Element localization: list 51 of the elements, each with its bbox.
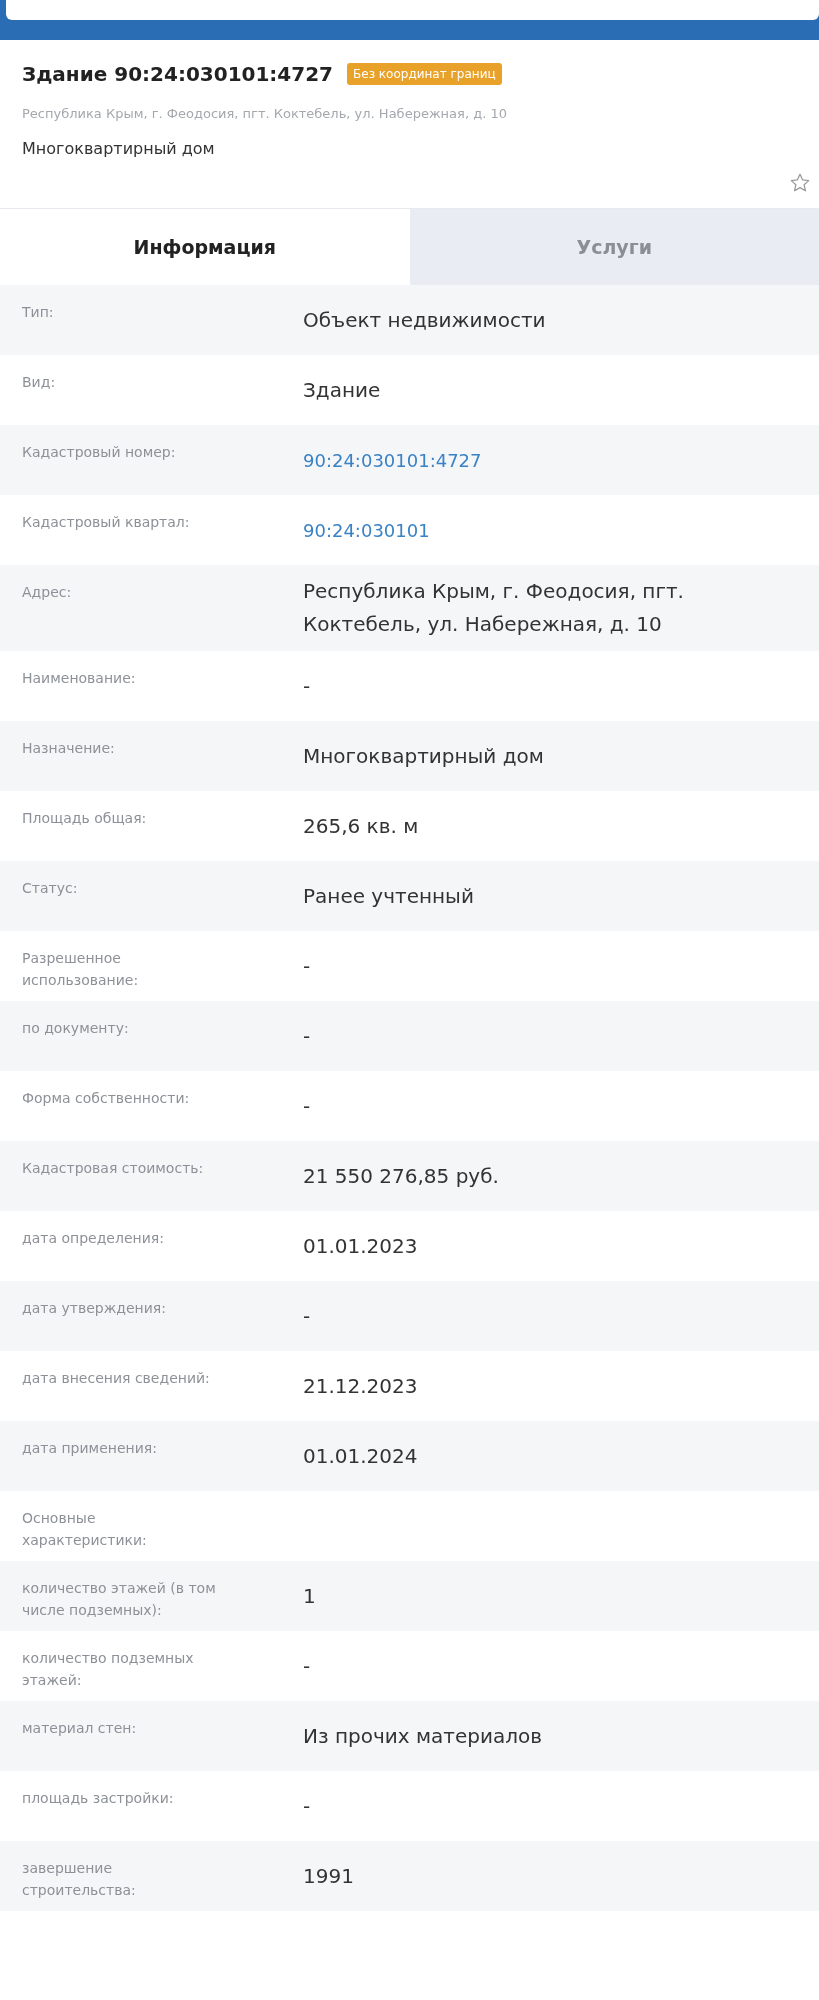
field-value: 21 550 276,85 руб.: [303, 1162, 500, 1190]
field-label: Вид:: [21, 373, 57, 392]
field-label: Площадь общая:: [21, 809, 148, 828]
field-label: площадь застройки:: [21, 1789, 175, 1808]
address-text: Республика Крым, г. Феодосия, пгт. Коктебель, ул. Набережная, д. 10: [22, 106, 508, 121]
field-value: 1: [303, 1582, 317, 1610]
field-value: -: [303, 952, 312, 980]
field-label: Основные характеристики:: [21, 1509, 148, 1550]
field-label: дата определения:: [21, 1229, 165, 1248]
field-label: дата утверждения:: [21, 1299, 167, 1318]
star-icon[interactable]: [789, 172, 811, 194]
field-value: -: [303, 1652, 312, 1680]
field-value: 01.01.2023: [303, 1232, 419, 1260]
field-label: Назначение:: [21, 739, 116, 758]
field-value: -: [303, 1092, 312, 1120]
field-label: Кадастровый квартал:: [21, 513, 191, 532]
field-value: Здание: [303, 376, 382, 404]
field-value: -: [303, 672, 312, 700]
value-link[interactable]: 90:24:030101: [303, 513, 763, 547]
field-label: Адрес:: [21, 583, 73, 602]
field-value: 21.12.2023: [303, 1372, 419, 1400]
field-label: Кадастровая стоимость:: [21, 1159, 205, 1178]
field-value: -: [303, 1792, 312, 1820]
field-value: -: [303, 1302, 312, 1330]
field-label: Разрешенное использование:: [21, 949, 140, 990]
field-label: Наименование:: [21, 669, 137, 688]
field-label: завершение строительства:: [21, 1859, 137, 1900]
field-value: 01.01.2024: [303, 1442, 419, 1470]
field-value: Республика Крым, г. Феодосия, пгт. Коктебель, ул. Набережная, д. 10: [303, 578, 685, 638]
field-value: Ранее учтенный: [303, 882, 475, 910]
object-type: Многоквартирный дом: [22, 139, 216, 158]
field-label: количество подземных этажей:: [21, 1649, 195, 1690]
value-link[interactable]: 90:24:030101:4727: [303, 443, 763, 477]
field-value: Из прочих материалов: [303, 1722, 544, 1750]
field-label: по документу:: [21, 1019, 130, 1038]
field-label: Кадастровый номер:: [21, 443, 177, 462]
field-label: Тип:: [21, 303, 55, 322]
status-badge: Без координат границ: [347, 63, 502, 85]
field-label: Форма собственности:: [21, 1089, 191, 1108]
object-title: Здание 90:24:030101:4727: [22, 62, 334, 86]
field-value: -: [303, 1022, 312, 1050]
field-label: Статус:: [21, 879, 79, 898]
field-label: количество этажей (в том числе подземных):: [21, 1579, 217, 1620]
tab[interactable]: Услуги: [409, 209, 819, 285]
field-label: дата внесения сведений:: [21, 1369, 211, 1388]
field-label: материал стен:: [21, 1719, 138, 1738]
field-value: Многоквартирный дом: [303, 742, 545, 770]
field-label: дата применения:: [21, 1439, 158, 1458]
field-value: Объект недвижимости: [303, 306, 547, 334]
field-value: 1991: [303, 1862, 355, 1890]
field-value: 265,6 кв. м: [303, 812, 420, 840]
